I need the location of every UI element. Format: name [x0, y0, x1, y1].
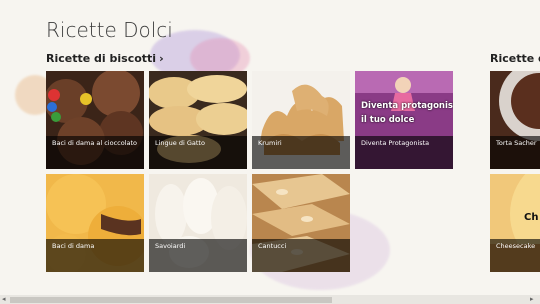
recipe-tile-torta-sacher[interactable]: Torta Sacher	[490, 71, 540, 169]
tile-caption: Lingue di Gatto	[149, 136, 247, 169]
tile-caption-text: Baci di dama al cioccolato	[52, 139, 138, 147]
tile-caption-text: Cheesecake	[496, 242, 536, 250]
promo-tile-diventa-protagonista[interactable]: Diventa protagonista il tuo dolce Divent…	[355, 71, 453, 169]
tile-caption-text: Torta Sacher	[496, 139, 537, 147]
recipe-tile-krumiri[interactable]: Krumiri	[252, 71, 350, 169]
tile-caption-text: Lingue di Gatto	[155, 139, 205, 147]
tile-caption-text: Krumiri	[258, 139, 282, 147]
app-title: Ricette Dolci	[46, 18, 173, 42]
chevron-right-icon: ›	[159, 52, 164, 65]
tile-caption-text: Baci di dama	[52, 242, 95, 250]
recipe-tile-baci-di-dama[interactable]: Baci di dama	[46, 174, 144, 272]
group-header-second[interactable]: Ricette del	[490, 52, 540, 65]
recipe-tile-cantucci[interactable]: Cantucci	[252, 174, 350, 272]
scroll-right-arrow-icon[interactable]: ▸	[530, 295, 534, 304]
horizontal-scrollbar[interactable]: ◂ ▸	[0, 295, 540, 304]
tile-caption-text: Diventa Protagonista	[361, 139, 430, 147]
tile-caption-text: Cantucci	[258, 242, 287, 250]
scroll-left-arrow-icon[interactable]: ◂	[2, 295, 6, 304]
recipe-tile-lingue-di-gatto[interactable]: Lingue di Gatto	[149, 71, 247, 169]
tile-overlay-text: Ch	[524, 212, 539, 223]
promo-subline: il tuo dolce	[361, 115, 415, 125]
tile-caption: Baci di dama	[46, 239, 144, 272]
tile-caption: Krumiri	[252, 136, 350, 169]
group-header-label: Ricette di biscotti	[46, 52, 157, 65]
group-header-label: Ricette del	[490, 52, 540, 65]
tile-caption: Cantucci	[252, 239, 350, 272]
tile-caption: Baci di dama al cioccolato	[46, 136, 144, 169]
group-header-biscotti[interactable]: Ricette di biscotti ›	[46, 52, 164, 65]
recipe-tile-baci-di-dama-cioccolato[interactable]: Baci di dama al cioccolato	[46, 71, 144, 169]
tile-caption-text: Savoiardi	[155, 242, 186, 250]
tile-caption: Torta Sacher	[490, 136, 540, 169]
recipe-tile-cheesecake[interactable]: Ch Cheesecake	[490, 174, 540, 272]
tile-caption: Cheesecake	[490, 239, 540, 272]
recipe-tile-savoiardi[interactable]: Savoiardi	[149, 174, 247, 272]
tile-caption: Savoiardi	[149, 239, 247, 272]
scrollbar-thumb[interactable]	[10, 297, 332, 303]
tile-caption: Diventa Protagonista	[355, 136, 453, 169]
promo-headline: Diventa protagonista	[361, 101, 453, 111]
